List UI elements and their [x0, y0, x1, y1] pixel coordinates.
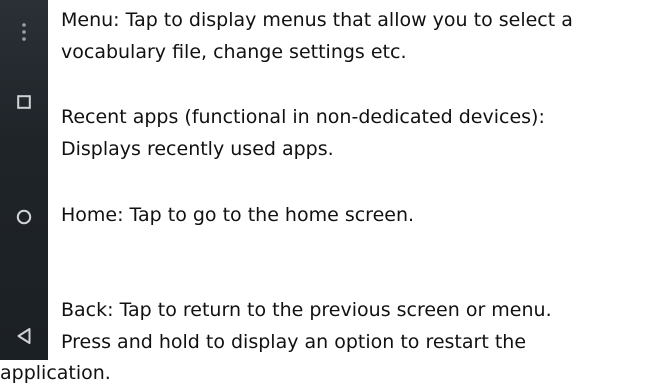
- home-description-line1: Home: Tap to go to the home screen.: [61, 204, 415, 226]
- triangle-left-icon[interactable]: [0, 324, 48, 348]
- more-vert-icon[interactable]: [0, 20, 48, 44]
- recent-apps-description-line1: Recent apps (functional in non-dedicated…: [61, 106, 545, 128]
- menu-description-line1: Menu: Tap to display menus that allow yo…: [61, 9, 573, 31]
- recent-apps-description-line2: Displays recently used apps.: [61, 138, 334, 160]
- back-description-line1: Back: Tap to return to the previous scre…: [61, 299, 552, 321]
- navigation-bar: [0, 0, 48, 360]
- menu-description-line2: vocabulary file, change settings etc.: [61, 41, 407, 63]
- circle-icon[interactable]: [0, 205, 48, 229]
- back-description-line2: Press and hold to display an option to r…: [61, 331, 527, 353]
- back-description-line3: application.: [0, 362, 111, 384]
- square-icon[interactable]: [0, 92, 48, 112]
